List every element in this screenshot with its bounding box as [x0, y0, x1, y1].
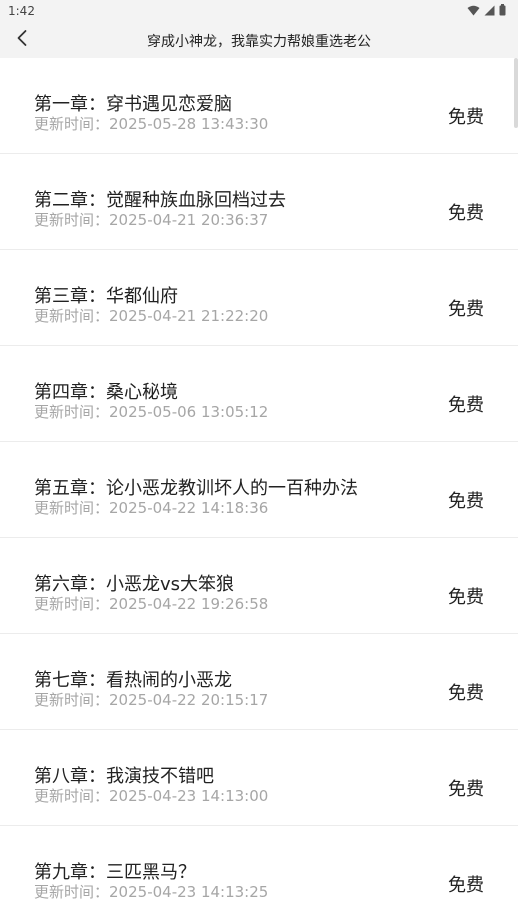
- update-time-value: 2025-04-21 21:22:20: [109, 307, 269, 325]
- scrollbar[interactable]: [514, 58, 518, 128]
- app-header: 穿成小神龙，我靠实力帮娘重选老公: [0, 22, 518, 58]
- chapter-price-badge: 免费: [448, 299, 484, 320]
- wifi-icon: [467, 5, 480, 16]
- update-time-value: 2025-04-21 20:36:37: [109, 211, 269, 229]
- battery-icon: [499, 4, 506, 16]
- chapter-update-time: 更新时间：2025-04-22 19:26:58: [34, 593, 268, 614]
- update-time-value: 2025-04-23 14:13:25: [109, 883, 269, 901]
- page-title: 穿成小神龙，我靠实力帮娘重选老公: [147, 34, 371, 50]
- chapter-row[interactable]: 第四章：桑心秘境 更新时间：2025-05-06 13:05:12 免费: [0, 346, 518, 442]
- chapter-update-time: 更新时间：2025-05-06 13:05:12: [34, 401, 268, 422]
- update-time-label: 更新时间：: [34, 787, 110, 805]
- update-time-label: 更新时间：: [34, 211, 110, 229]
- signal-icon: [484, 5, 495, 16]
- status-bar: 1:42: [0, 0, 518, 22]
- chapter-price-badge: 免费: [448, 491, 484, 512]
- chapter-row[interactable]: 第九章：三匹黑马？ 更新时间：2025-04-23 14:13:25 免费: [0, 826, 518, 921]
- update-time-value: 2025-04-22 19:26:58: [109, 595, 269, 613]
- update-time-value: 2025-04-22 20:15:17: [109, 691, 269, 709]
- chapter-row[interactable]: 第一章：穿书遇见恋爱脑 更新时间：2025-05-28 13:43:30 免费: [0, 58, 518, 154]
- update-time-label: 更新时间：: [34, 307, 110, 325]
- update-time-label: 更新时间：: [34, 403, 110, 421]
- chapter-update-time: 更新时间：2025-04-23 14:13:00: [34, 785, 268, 806]
- update-time-value: 2025-04-22 14:18:36: [109, 499, 269, 517]
- status-time: 1:42: [8, 4, 35, 18]
- chapter-price-badge: 免费: [448, 587, 484, 608]
- update-time-value: 2025-05-06 13:05:12: [109, 403, 269, 421]
- status-icons: [467, 4, 506, 16]
- chapter-update-time: 更新时间：2025-05-28 13:43:30: [34, 113, 268, 134]
- chapter-price-badge: 免费: [448, 875, 484, 896]
- chapter-row[interactable]: 第三章：华都仙府 更新时间：2025-04-21 21:22:20 免费: [0, 250, 518, 346]
- chapter-update-time: 更新时间：2025-04-21 21:22:20: [34, 305, 268, 326]
- chapter-row[interactable]: 第六章：小恶龙vs大笨狼 更新时间：2025-04-22 19:26:58 免费: [0, 538, 518, 634]
- update-time-label: 更新时间：: [34, 883, 110, 901]
- update-time-value: 2025-05-28 13:43:30: [109, 115, 269, 133]
- update-time-label: 更新时间：: [34, 499, 110, 517]
- chapter-update-time: 更新时间：2025-04-21 20:36:37: [34, 209, 268, 230]
- chapter-price-badge: 免费: [448, 395, 484, 416]
- chapter-price-badge: 免费: [448, 203, 484, 224]
- chapter-update-time: 更新时间：2025-04-22 14:18:36: [34, 497, 268, 518]
- chapter-list[interactable]: 第一章：穿书遇见恋爱脑 更新时间：2025-05-28 13:43:30 免费 …: [0, 58, 518, 921]
- chapter-update-time: 更新时间：2025-04-23 14:13:25: [34, 881, 268, 902]
- update-time-label: 更新时间：: [34, 691, 110, 709]
- chapter-row[interactable]: 第七章：看热闹的小恶龙 更新时间：2025-04-22 20:15:17 免费: [0, 634, 518, 730]
- update-time-label: 更新时间：: [34, 595, 110, 613]
- chapter-row[interactable]: 第八章：我演技不错吧 更新时间：2025-04-23 14:13:00 免费: [0, 730, 518, 826]
- chapter-row[interactable]: 第二章：觉醒种族血脉回档过去 更新时间：2025-04-21 20:36:37 …: [0, 154, 518, 250]
- chapter-price-badge: 免费: [448, 779, 484, 800]
- chapter-update-time: 更新时间：2025-04-22 20:15:17: [34, 689, 268, 710]
- chapter-row[interactable]: 第五章：论小恶龙教训坏人的一百种办法 更新时间：2025-04-22 14:18…: [0, 442, 518, 538]
- update-time-label: 更新时间：: [34, 115, 110, 133]
- chapter-price-badge: 免费: [448, 683, 484, 704]
- chapter-price-badge: 免费: [448, 107, 484, 128]
- update-time-value: 2025-04-23 14:13:00: [109, 787, 269, 805]
